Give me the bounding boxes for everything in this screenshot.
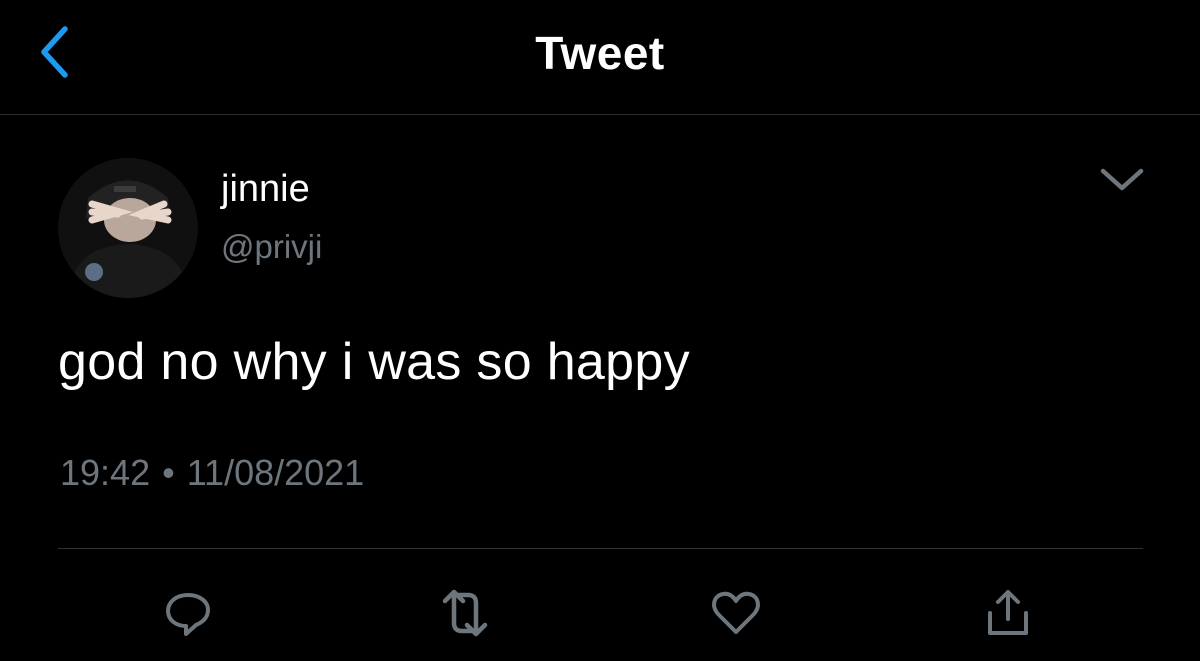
tweet-date: 11/08/2021 bbox=[186, 452, 365, 493]
tweet-text: god no why i was so happy bbox=[58, 333, 690, 391]
retweet-icon bbox=[442, 589, 488, 637]
avatar[interactable] bbox=[58, 158, 198, 298]
tweet-time: 19:42 bbox=[60, 452, 151, 493]
avatar-photo bbox=[58, 158, 198, 298]
divider bbox=[58, 548, 1143, 549]
meta-separator: • bbox=[162, 452, 175, 493]
display-name[interactable]: jinnie bbox=[221, 168, 310, 211]
like-button[interactable] bbox=[708, 585, 764, 641]
share-button[interactable] bbox=[980, 585, 1036, 641]
reply-button[interactable] bbox=[160, 585, 216, 641]
chevron-down-icon bbox=[1100, 168, 1144, 191]
top-nav-bar: Tweet bbox=[0, 0, 1200, 115]
heart-icon bbox=[712, 591, 760, 634]
share-icon bbox=[988, 590, 1028, 635]
reply-icon bbox=[166, 593, 210, 636]
tweet-timestamp: 19:42 • 11/08/2021 bbox=[60, 452, 364, 494]
tweet-options-button[interactable] bbox=[1094, 158, 1150, 202]
page-title: Tweet bbox=[535, 27, 665, 79]
user-handle[interactable]: @privji bbox=[221, 228, 322, 266]
retweet-button[interactable] bbox=[437, 585, 493, 641]
